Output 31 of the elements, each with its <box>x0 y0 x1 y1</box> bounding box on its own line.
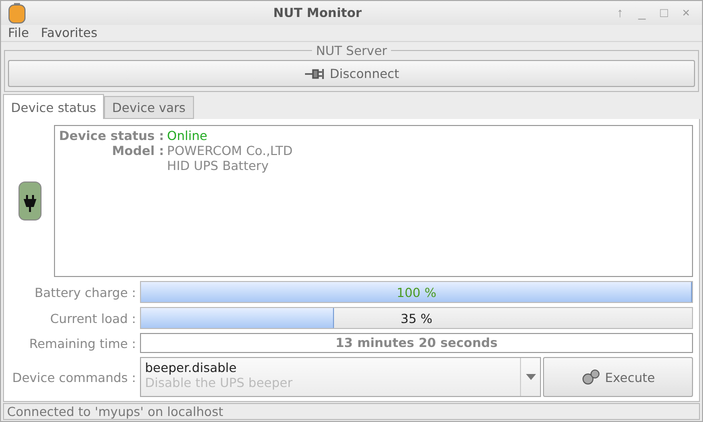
execute-button[interactable]: Execute <box>543 357 693 397</box>
tab[interactable]: Device status <box>3 94 104 119</box>
battery-plug-icon <box>18 181 42 221</box>
window-title: NUT Monitor <box>272 5 363 20</box>
field-label: Model : <box>110 143 164 160</box>
progress-reading: 35 % <box>400 311 432 326</box>
command-dropdown[interactable]: beeper.disable Disable the UPS beeper <box>140 357 541 397</box>
frame-legend: NUT Server <box>312 43 392 58</box>
progress-reading: 100 % <box>396 285 436 300</box>
field-value: Online <box>167 128 208 143</box>
command-description: Disable the UPS beeper <box>145 375 294 390</box>
commands-label: Device commands : <box>11 370 136 384</box>
remaining-label: Remaining time : <box>28 336 136 350</box>
menu-item[interactable]: File <box>7 25 30 40</box>
gear-icon <box>581 367 601 387</box>
menu-item[interactable]: Favorites <box>40 25 98 40</box>
status-bar: Connected to 'myups' on localhost <box>3 403 700 420</box>
field-label: Device status : <box>59 128 164 143</box>
remaining-time: 13 minutes 20 seconds <box>140 333 693 353</box>
disconnect-button[interactable]: Disconnect <box>8 60 695 87</box>
plug-icon <box>304 66 326 80</box>
app-battery-icon <box>7 2 27 24</box>
window-control[interactable]: ↑ <box>610 5 630 20</box>
field-value: POWERCOM Co.,LTD <box>167 143 294 158</box>
field-value: HID UPS Battery <box>167 158 270 173</box>
tab[interactable]: Device vars <box>104 96 194 119</box>
command-value: beeper.disable <box>145 360 238 375</box>
meter-label: Battery charge : <box>34 284 136 300</box>
window-control[interactable]: □ <box>654 5 674 20</box>
meter-label: Current load : <box>49 310 136 326</box>
caret-icon <box>526 374 536 380</box>
